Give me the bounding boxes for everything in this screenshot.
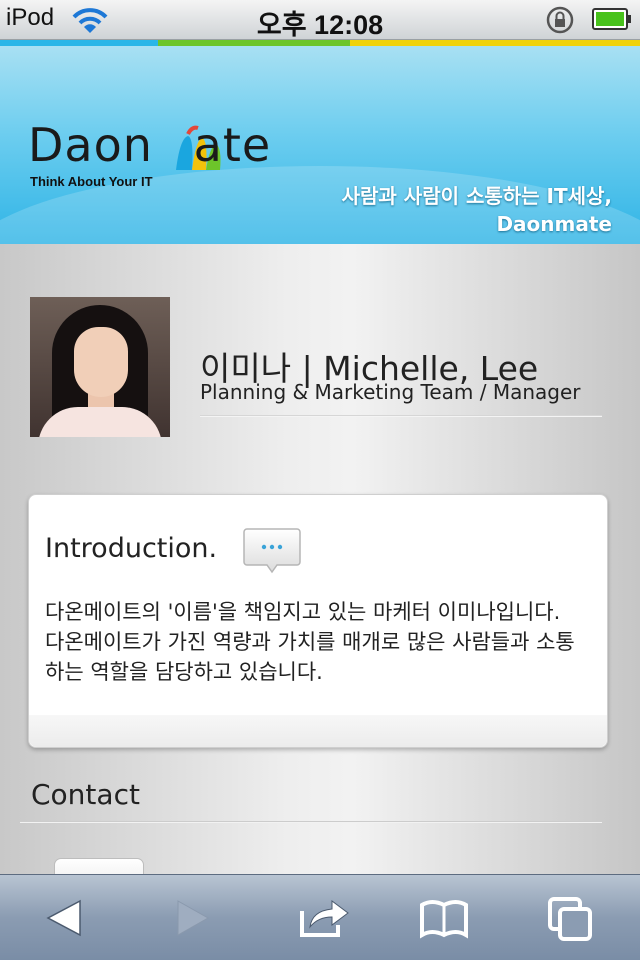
banner-slogan: 사람과 사람이 소통하는 IT세상, Daonmate — [342, 182, 612, 238]
tabs-icon[interactable] — [542, 893, 602, 943]
profile-content[interactable]: 이미나 | Michelle, Lee Planning & Marketing… — [0, 244, 640, 874]
profile-photo — [30, 297, 170, 437]
back-icon[interactable] — [34, 893, 94, 943]
share-icon[interactable] — [294, 893, 354, 943]
status-bar: iPod 오후 12:08 — [0, 0, 640, 40]
slogan-line-2: Daonmate — [496, 212, 612, 236]
forward-icon[interactable] — [162, 893, 222, 943]
contact-divider — [20, 821, 602, 823]
introduction-body: 다온메이트의 '이름'을 책임지고 있는 마케터 이미나입니다. 다온메이트가 … — [45, 600, 575, 684]
browser-toolbar — [0, 874, 640, 960]
header-banner: DaonMate Think About Your IT 사람과 사람이 소통하… — [0, 46, 640, 244]
daonmate-logo[interactable]: DaonMate Think About Your IT — [28, 118, 308, 198]
card-footer — [29, 715, 607, 747]
slogan-line-1: 사람과 사람이 소통하는 IT세상, — [341, 184, 612, 208]
battery-icon — [592, 8, 631, 30]
status-time: 오후 12:08 — [256, 10, 384, 40]
name-divider — [200, 415, 602, 417]
bookmarks-icon[interactable] — [414, 893, 474, 943]
logo-wordmark: DaonMate — [28, 118, 272, 172]
introduction-card: Introduction. 다온메이트의 '이름'을 책임지고 있는 마케터 이… — [28, 494, 608, 748]
contact-title: Contact — [31, 778, 140, 811]
contact-button[interactable] — [54, 858, 144, 874]
logo-tagline: Think About Your IT — [30, 174, 153, 189]
profile-role: Planning & Marketing Team / Manager — [200, 380, 581, 404]
speech-bubble-icon — [243, 528, 301, 574]
rotation-lock-icon — [546, 6, 574, 34]
photo-face — [74, 327, 128, 397]
introduction-title: Introduction. — [45, 533, 218, 564]
